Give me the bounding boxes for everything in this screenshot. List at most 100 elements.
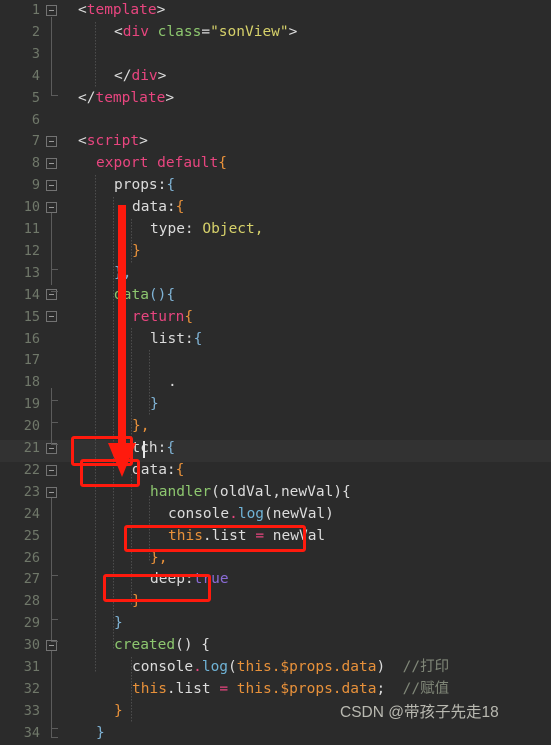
token-keyword: export [96,155,149,172]
line-number: 5 [31,89,40,106]
token-object: console [132,659,194,675]
token-args: (newVal) [264,505,334,522]
line-number: 2 [31,23,40,40]
fold-toggle-line-1[interactable] [46,5,57,16]
code-line-24[interactable]: console.log(newVal) [168,504,334,526]
line-number: 31 [23,659,40,675]
code-line-34[interactable]: } [96,723,105,745]
fold-region-tick [51,641,58,642]
code-line-19[interactable]: } [150,394,159,416]
code-line-31[interactable]: console.log(this.$props.data) //打印 [132,657,449,679]
token-punct: ( [228,659,237,675]
code-line-13[interactable]: }, [114,263,131,285]
token-brace: } [114,702,123,719]
code-line-4[interactable]: </div> [114,66,166,88]
token-punct: ) [376,659,386,675]
fold-toggle-line-8[interactable] [46,158,57,169]
token-this: this [168,527,203,544]
code-line-25[interactable]: this.list = newVal [168,526,325,548]
token-punct: > [156,2,166,18]
code-line-15[interactable]: return{ [132,307,193,329]
line-number: 28 [23,593,40,610]
fold-region-tick [51,737,58,738]
text-cursor [143,441,145,458]
token-punct: . [193,659,202,675]
fold-region-tick [51,444,58,445]
fold-toggle-line-23[interactable] [46,487,57,498]
code-line-14[interactable]: data(){ [114,285,175,307]
code-line-12[interactable]: } [132,241,141,263]
code-line-26[interactable]: }, [150,548,167,570]
code-line-9[interactable]: props:{ [114,175,175,197]
fold-region-line [51,213,52,285]
token-key: props: [114,177,167,194]
code-line-7[interactable]: <script> [78,131,148,153]
fold-region-tick [51,619,58,620]
code-line-33[interactable]: } [114,701,123,723]
line-number: 7 [31,133,40,150]
code-line-20[interactable]: }, [132,416,149,438]
token-punct: . [168,374,177,391]
code-line-18[interactable]: . [168,372,177,394]
fold-toggle-line-7[interactable] [46,136,57,147]
fold-region-line [51,17,52,95]
line-number: 11 [23,221,40,237]
token-this: this.$props.data [236,659,377,675]
fold-region-tick [51,291,58,292]
line-number: 10 [23,199,40,216]
code-line-8[interactable]: export default{ [96,153,227,175]
token-operator: = [255,527,265,544]
line-number: 21 [23,440,40,456]
code-line-11[interactable]: type: Object, [150,219,264,241]
token-type: Object, [202,221,264,237]
fold-toggle-line-15[interactable] [46,311,57,322]
code-line-23[interactable]: handler(oldVal,newVal){ [150,482,351,504]
token-brace: }, [114,264,132,281]
fold-toggle-line-22[interactable] [46,465,57,476]
token-property: log [201,659,229,675]
fold-region-line [51,651,52,737]
line-number: 22 [23,461,40,478]
token-punct: ; [376,680,386,697]
token-brace: { [175,199,185,216]
token-punct: </ [114,67,132,84]
line-number: 12 [23,242,40,259]
fold-toggle-line-10[interactable] [46,202,57,213]
code-line-5[interactable]: </template> [78,88,174,110]
code-line-2[interactable]: <div class="sonView"> [114,22,297,44]
token-punct: > [157,67,167,84]
fold-region-tick [51,269,58,270]
fold-toggle-line-9[interactable] [46,180,57,191]
code-line-27[interactable]: deep:true [150,569,229,591]
line-number: 3 [31,45,40,62]
token-punct: </ [78,89,96,106]
code-line-29[interactable]: } [114,613,123,635]
token-brace: { [175,461,185,478]
token-key: type: [150,221,203,237]
line-number: 13 [23,264,40,281]
line-number: 33 [23,702,40,719]
line-number: 6 [31,111,40,128]
code-line-1[interactable]: <template> [78,0,165,22]
token-brace: { [166,177,176,194]
token-brace: (){ [148,286,176,303]
token-comment: //打印 [402,659,450,675]
line-number: 29 [23,615,40,632]
token-brace: { [184,308,194,325]
code-line-30[interactable]: created() { [114,635,210,657]
code-content[interactable]: <template> <div class="sonView"> </div> … [78,0,449,745]
line-number: 27 [23,571,40,588]
gutter: 1 2 3 4 5 6 7 8 9 10 11 12 13 14 15 16 1… [0,0,78,745]
code-line-16[interactable]: list:{ [150,329,202,351]
code-line-32[interactable]: this.list = this.$props.data; //赋值 [132,679,449,701]
token-comment: //赋值 [402,680,450,697]
code-line-10[interactable]: data:{ [132,197,184,219]
token-this: this.$props.data [228,680,377,697]
code-line-28[interactable]: } [132,591,141,613]
code-editor[interactable]: 1 2 3 4 5 6 7 8 9 10 11 12 13 14 15 16 1… [0,0,551,745]
line-number: 1 [31,2,40,18]
line-number: 25 [23,527,40,544]
line-number: 15 [23,308,40,325]
token-keyword: default [157,155,219,172]
code-line-22[interactable]: data:{ [132,460,184,482]
